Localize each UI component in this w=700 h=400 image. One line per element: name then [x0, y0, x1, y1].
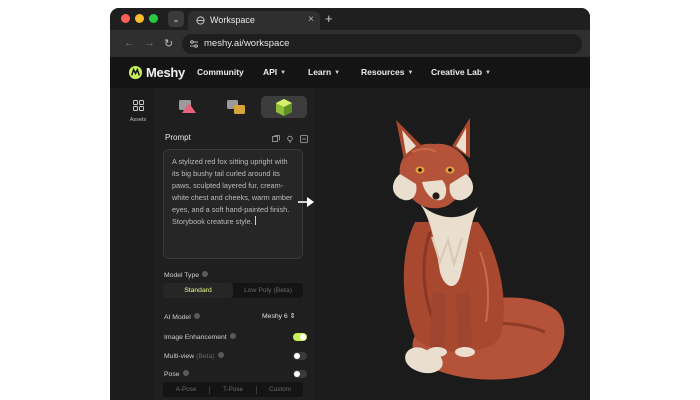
- fox-3d-model[interactable]: [360, 112, 570, 382]
- assets-label: Assets: [129, 117, 147, 123]
- model-type-standard[interactable]: Standard: [163, 283, 233, 298]
- url-text: meshy.ai/workspace: [204, 38, 290, 49]
- tab-search-button[interactable]: ⌄: [168, 11, 184, 27]
- pose-toggle[interactable]: [293, 370, 307, 378]
- model-type-selector: Standard Low Poly (Beta): [163, 283, 303, 298]
- caret-down-icon: ▼: [485, 70, 491, 76]
- arrow-right-icon: [298, 197, 314, 207]
- info-icon[interactable]: [193, 313, 200, 319]
- caret-down-icon: ▼: [334, 70, 341, 76]
- pose-custom[interactable]: Custom: [257, 382, 303, 397]
- model-type-low-poly[interactable]: Low Poly (Beta): [233, 283, 303, 298]
- prompt-label: Prompt: [165, 133, 191, 142]
- brand-name[interactable]: Meshy: [146, 65, 185, 80]
- nav-learn[interactable]: Learn ▼: [308, 67, 340, 77]
- address-bar: ← → ↻ meshy.ai/workspace: [110, 30, 590, 58]
- forward-icon[interactable]: →: [144, 37, 155, 49]
- toggle-knob: [294, 371, 300, 377]
- info-icon[interactable]: [182, 370, 189, 376]
- pose-options: A-Pose T-Pose Custom: [163, 382, 303, 397]
- reload-icon[interactable]: ↻: [164, 37, 173, 50]
- caret-down-icon: ▼: [280, 70, 287, 76]
- tab-favicon-icon: [196, 16, 205, 25]
- left-rail: Assets: [110, 88, 155, 400]
- url-field[interactable]: meshy.ai/workspace: [182, 34, 582, 54]
- generation-panel: Prompt A stylized red fox sitting uprigh…: [155, 88, 315, 400]
- cube-icon: [276, 99, 292, 116]
- multiview-toggle[interactable]: [293, 352, 307, 360]
- copy-prompt-icon[interactable]: [272, 135, 280, 143]
- tab-title: Workspace: [210, 15, 255, 25]
- pose-a-pose[interactable]: A-Pose: [163, 382, 209, 397]
- updown-chevron-icon: ⇕: [289, 313, 296, 320]
- nav-community[interactable]: Community: [197, 67, 244, 77]
- prompt-text: A stylized red fox sitting upright with …: [172, 157, 293, 226]
- ai-model-select[interactable]: Meshy 6 ⇕: [262, 312, 295, 320]
- toggle-knob: [294, 353, 300, 359]
- model-type-label: Model Type: [164, 271, 209, 279]
- maximize-window-button[interactable]: [149, 14, 158, 23]
- lightbulb-icon[interactable]: [286, 135, 294, 143]
- tab-workspace[interactable]: Workspace ×: [188, 11, 320, 30]
- app-navbar: Meshy Community API ▼ Learn ▼ Resources ▼ C…: [110, 58, 590, 88]
- pose-t-pose[interactable]: T-Pose: [210, 382, 256, 397]
- back-icon[interactable]: ←: [124, 37, 135, 49]
- image-to-3d-tab[interactable]: [165, 96, 211, 118]
- text-to-3d-tab[interactable]: [261, 96, 307, 118]
- new-tab-icon[interactable]: +: [325, 11, 333, 26]
- toggle-knob: [300, 334, 306, 340]
- multi-image-tab[interactable]: [213, 96, 259, 118]
- nav-creative-lab[interactable]: Creative Lab ▼: [431, 67, 491, 77]
- caret-down-icon: ▼: [407, 70, 414, 76]
- image-enhancement-label: Image Enhancement: [164, 333, 236, 341]
- image-enhancement-toggle[interactable]: [293, 333, 307, 341]
- site-settings-icon[interactable]: [189, 39, 199, 49]
- nav-api[interactable]: API ▼: [263, 67, 286, 77]
- pose-label: Pose: [164, 370, 189, 378]
- nav-resources[interactable]: Resources ▼: [361, 67, 413, 77]
- history-icon[interactable]: [300, 135, 308, 143]
- meshy-logo-icon[interactable]: [128, 65, 143, 80]
- tab-bar: ⌄ Workspace × +: [110, 8, 590, 30]
- info-icon[interactable]: [202, 271, 209, 277]
- close-tab-icon[interactable]: ×: [308, 14, 314, 25]
- ai-model-label: AI Model: [164, 313, 200, 321]
- multiview-label: Multi-view (Beta): [164, 352, 224, 360]
- text-cursor: [254, 215, 256, 225]
- info-icon[interactable]: [217, 352, 224, 358]
- multi-image-icon: [227, 100, 245, 114]
- image-shapes-icon: [179, 100, 196, 113]
- prompt-textarea[interactable]: A stylized red fox sitting upright with …: [163, 149, 303, 259]
- minimize-window-button[interactable]: [135, 14, 144, 23]
- close-window-button[interactable]: [121, 14, 130, 23]
- info-icon[interactable]: [229, 333, 236, 339]
- chevron-down-icon: ⌄: [172, 14, 180, 24]
- assets-grid-icon[interactable]: [133, 100, 144, 111]
